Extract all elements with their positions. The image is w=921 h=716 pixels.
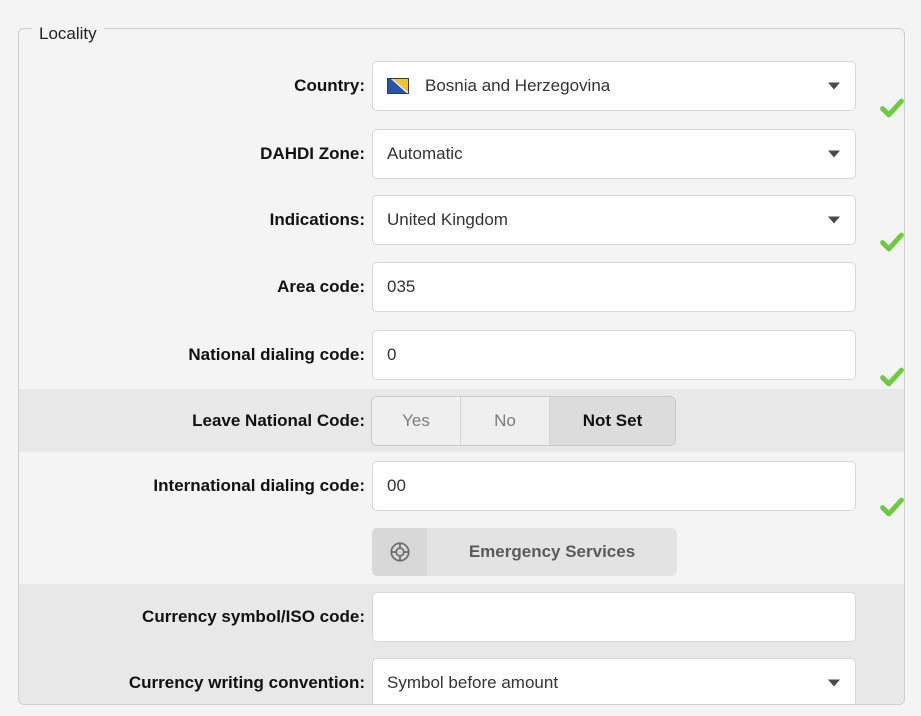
country-valid-check-icon <box>877 93 904 123</box>
lifebuoy-icon <box>372 528 427 576</box>
currency-convention-select[interactable]: Symbol before amount <box>372 658 856 704</box>
chevron-down-icon[interactable] <box>828 82 840 90</box>
international-dialing-code-label: International dialing code: <box>153 476 365 495</box>
row-emergency-services: Emergency Services <box>19 520 904 584</box>
row-indications: Indications: United Kingdom <box>19 187 904 253</box>
national-dialing-code-value: 0 <box>387 345 397 364</box>
country-select-wrap: Bosnia and Herzegovina <box>372 61 856 111</box>
row-currency-convention: Currency writing convention: Symbol befo… <box>19 650 904 704</box>
currency-symbol-input-wrap <box>372 592 856 642</box>
currency-convention-label: Currency writing convention: <box>128 673 365 692</box>
national-dialing-code-input-wrap: 0 <box>372 330 856 380</box>
area-code-input[interactable]: 035 <box>372 262 856 312</box>
leave-national-code-option-yes[interactable]: Yes <box>372 396 461 445</box>
locality-legend: Locality <box>32 25 104 42</box>
row-international-dialing-code: International dialing code: 00 <box>19 452 904 520</box>
international-dialing-code-valid-check-icon <box>877 492 904 522</box>
flag-bosnia-and-herzegovina-icon <box>387 78 409 94</box>
area-code-label: Area code: <box>277 277 365 296</box>
international-dialing-code-input-wrap: 00 <box>372 461 856 511</box>
row-leave-national-code: Leave National Code: Yes No Not Set <box>19 389 904 452</box>
country-label: Country: <box>294 76 365 95</box>
emergency-services-button[interactable]: Emergency Services <box>372 528 677 576</box>
row-currency-symbol: Currency symbol/ISO code: <box>19 584 904 650</box>
row-dahdi-zone: DAHDI Zone: Automatic <box>19 121 904 187</box>
indications-label: Indications: <box>269 210 365 229</box>
currency-symbol-input[interactable] <box>372 592 856 642</box>
dahdi-zone-select-wrap: Automatic <box>372 129 856 179</box>
currency-convention-value: Symbol before amount <box>387 673 559 692</box>
international-dialing-code-input[interactable]: 00 <box>372 461 856 511</box>
indications-select-wrap: United Kingdom <box>372 195 856 245</box>
indications-select[interactable]: United Kingdom <box>372 195 856 245</box>
leave-national-code-label: Leave National Code: <box>192 410 365 430</box>
currency-convention-select-wrap: Symbol before amount <box>372 658 856 704</box>
locality-fieldset: Country: Bosnia and Herzegovina DAHDI Zo… <box>18 28 905 705</box>
international-dialing-code-value: 00 <box>387 476 406 495</box>
leave-national-code-segmented-control: Yes No Not Set <box>372 396 675 445</box>
currency-symbol-label: Currency symbol/ISO code: <box>142 607 365 626</box>
country-value: Bosnia and Herzegovina <box>425 76 611 95</box>
area-code-value: 035 <box>387 277 416 296</box>
row-country: Country: Bosnia and Herzegovina <box>19 51 904 121</box>
row-area-code: Area code: 035 <box>19 253 904 321</box>
chevron-down-icon[interactable] <box>828 679 840 687</box>
national-dialing-code-label: National dialing code: <box>188 345 365 364</box>
national-dialing-code-input[interactable]: 0 <box>372 330 856 380</box>
chevron-down-icon[interactable] <box>828 216 840 224</box>
dahdi-zone-label: DAHDI Zone: <box>260 144 365 163</box>
country-select[interactable]: Bosnia and Herzegovina <box>372 61 856 111</box>
leave-national-code-option-not-set[interactable]: Not Set <box>550 396 675 445</box>
leave-national-code-option-no[interactable]: No <box>461 396 550 445</box>
area-code-input-wrap: 035 <box>372 262 856 312</box>
indications-value: United Kingdom <box>387 210 508 229</box>
national-dialing-code-valid-check-icon <box>877 362 904 392</box>
emergency-services-label: Emergency Services <box>468 542 636 561</box>
dahdi-zone-select[interactable]: Automatic <box>372 129 856 179</box>
row-national-dialing-code: National dialing code: 0 <box>19 321 904 389</box>
dahdi-zone-value: Automatic <box>387 144 463 163</box>
chevron-down-icon[interactable] <box>828 150 840 158</box>
